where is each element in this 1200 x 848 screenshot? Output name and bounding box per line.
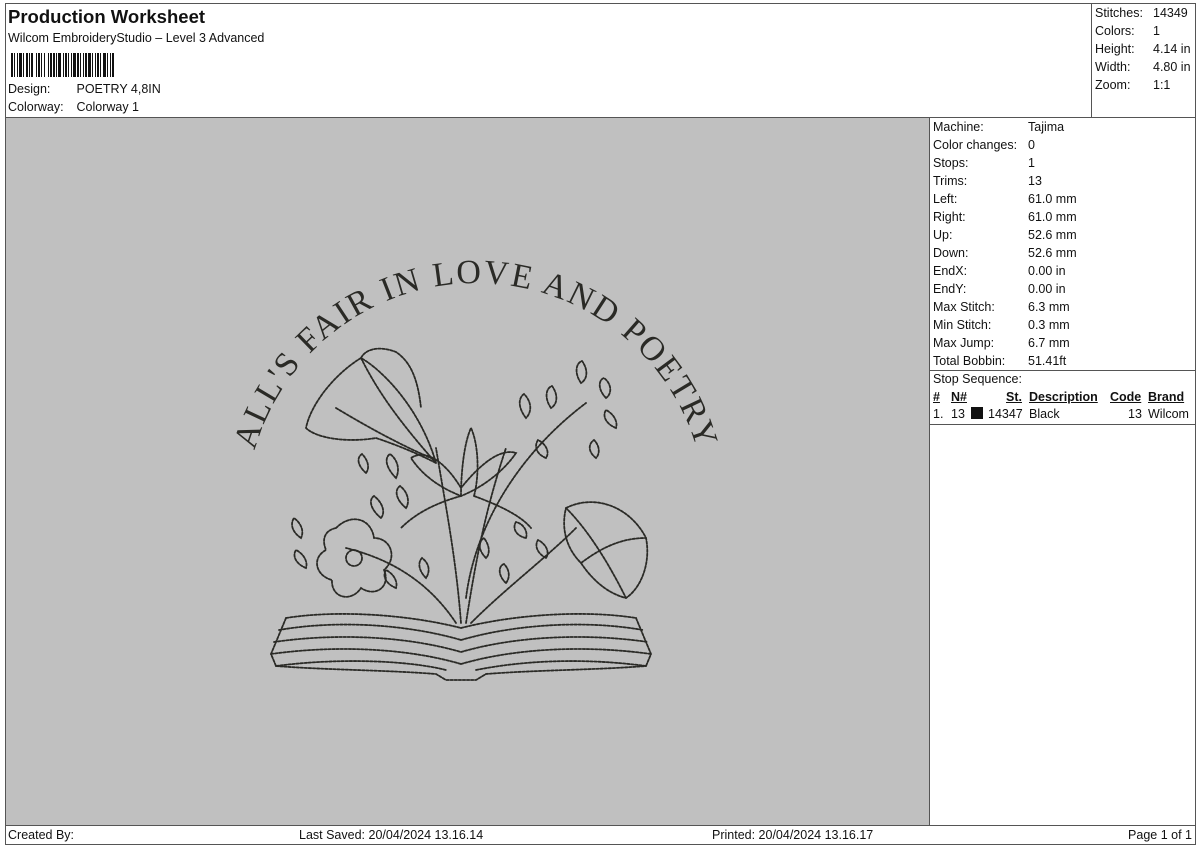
table-bottom-divider bbox=[930, 424, 1196, 425]
prop-color-changes: Color changes: 0 bbox=[933, 138, 1035, 152]
col-description: Description bbox=[1029, 390, 1098, 404]
worksheet-footer: Created By: Last Saved: 20/04/2024 13.16… bbox=[5, 825, 1196, 845]
row-needle: 13 bbox=[951, 407, 965, 421]
prop-max-stitch: Max Stitch: 6.3 mm bbox=[933, 300, 1070, 314]
stop-sequence-title: Stop Sequence: bbox=[933, 372, 1022, 386]
page-title: Production Worksheet bbox=[8, 6, 206, 27]
design-label: Design: bbox=[8, 82, 51, 96]
colorway-value: Colorway 1 bbox=[76, 100, 140, 114]
colorway-row: Colorway: Colorway 1 bbox=[8, 100, 139, 114]
design-arc-text: ALL'S FAIR IN LOVE AND POETRY bbox=[227, 254, 725, 453]
row-description: Black bbox=[1029, 407, 1060, 421]
row-stitches: 14347 bbox=[988, 407, 1023, 421]
prop-min-stitch: Min Stitch: 0.3 mm bbox=[933, 318, 1070, 332]
colorway-label: Colorway: bbox=[8, 100, 64, 114]
prop-trims: Trims: 13 bbox=[933, 174, 1042, 188]
prop-stops: Stops: 1 bbox=[933, 156, 1035, 170]
col-stitches: St. bbox=[1006, 390, 1022, 404]
prop-max-jump: Max Jump: 6.7 mm bbox=[933, 336, 1070, 350]
stat-stitches: Stitches: 14349 bbox=[1095, 6, 1188, 20]
prop-down: Down: 52.6 mm bbox=[933, 246, 1077, 260]
row-index: 1. bbox=[933, 407, 944, 421]
stat-width: Width: 4.80 in bbox=[1095, 60, 1191, 74]
prop-left: Left: 61.0 mm bbox=[933, 192, 1077, 206]
stats-panel: Stitches: 14349 Colors: 1 Height: 4.14 in W… bbox=[1091, 3, 1196, 117]
software-name: Wilcom EmbroideryStudio – Level 3 Advanc… bbox=[8, 31, 265, 45]
stat-height: Height: 4.14 in bbox=[1095, 42, 1191, 56]
created-by: Created By: bbox=[8, 828, 75, 842]
design-row: Design: POETRY 4,8IN bbox=[8, 82, 161, 96]
barcode bbox=[11, 53, 114, 77]
last-saved: Last Saved: 20/04/2024 13.16.14 bbox=[299, 828, 484, 842]
flower-bouquet-illustration bbox=[270, 347, 652, 681]
printed-date: Printed: 20/04/2024 13.16.17 bbox=[712, 828, 874, 842]
prop-up: Up: 52.6 mm bbox=[933, 228, 1077, 242]
design-preview[interactable]: ALL'S FAIR IN LOVE AND POETRY bbox=[6, 118, 929, 825]
stop-sequence-divider bbox=[930, 370, 1196, 371]
machine-properties: Machine: Tajima Color changes: 0 Stops: 1 T… bbox=[930, 118, 1196, 370]
col-code: Code bbox=[1110, 390, 1142, 404]
prop-endx: EndX: 0.00 in bbox=[933, 264, 1066, 278]
worksheet-header: Production Worksheet Wilcom EmbroiderySt… bbox=[5, 3, 1091, 117]
stat-colors: Colors: 1 bbox=[1095, 24, 1160, 38]
page-number: Page 1 of 1 bbox=[1128, 828, 1192, 842]
embroidery-design: ALL'S FAIR IN LOVE AND POETRY bbox=[227, 254, 725, 681]
row-brand: Wilcom bbox=[1148, 407, 1189, 421]
prop-endy: EndY: 0.00 in bbox=[933, 282, 1066, 296]
prop-machine: Machine: Tajima bbox=[933, 120, 1065, 134]
prop-total-bobbin: Total Bobbin: 51.41ft bbox=[933, 354, 1067, 368]
col-brand: Brand bbox=[1148, 390, 1185, 404]
col-needle: N# bbox=[951, 390, 967, 404]
row-code: 13 bbox=[1128, 407, 1142, 421]
stat-zoom: Zoom: 1:1 bbox=[1095, 78, 1171, 92]
prop-right: Right: 61.0 mm bbox=[933, 210, 1077, 224]
design-value: POETRY 4,8IN bbox=[76, 82, 161, 96]
col-number: # bbox=[933, 390, 940, 404]
thread-color-swatch bbox=[971, 407, 983, 419]
